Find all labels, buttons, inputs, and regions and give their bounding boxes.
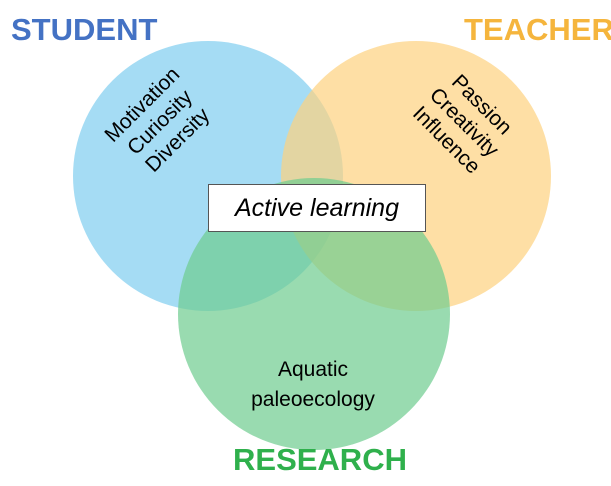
research-topic-line-1: Aquatic <box>277 358 349 381</box>
center-label: Active learning <box>235 193 399 222</box>
research-topic-line-2: paleoecology <box>251 388 375 411</box>
research-title: RESEARCH <box>233 442 407 477</box>
center-label-box: Active learning <box>208 184 426 232</box>
student-title: STUDENT <box>11 12 158 47</box>
teacher-title: TEACHER <box>464 12 611 47</box>
research-topic: Aquatic paleoecology <box>245 355 381 415</box>
